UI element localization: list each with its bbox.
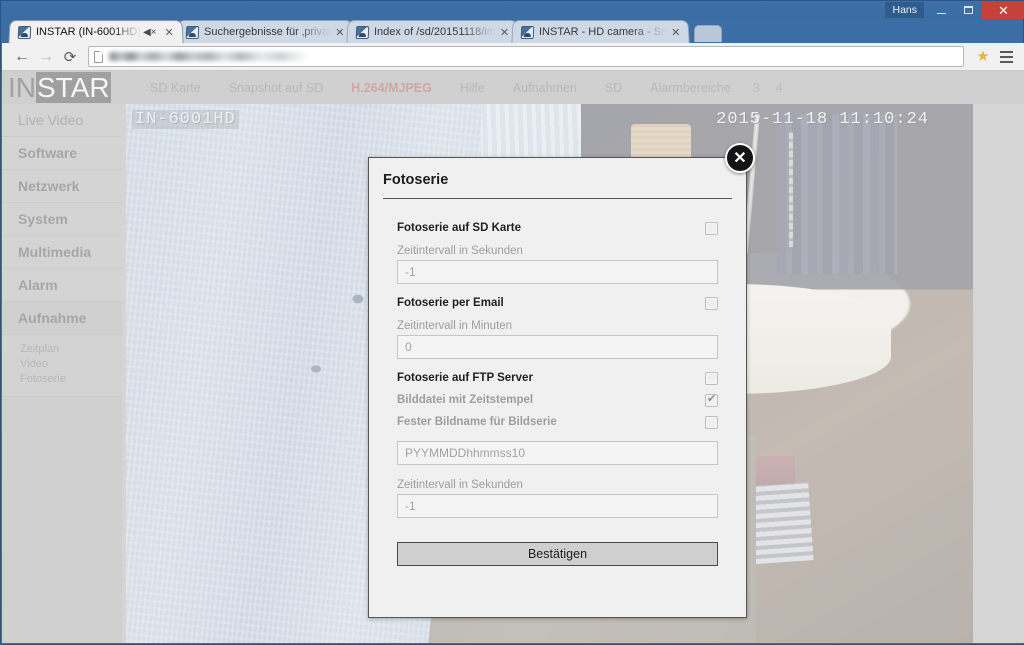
new-tab-button[interactable] [693,25,722,42]
bookmark-star-icon[interactable]: ★ [974,48,992,66]
hint-email-interval: Zeitintervall in Minuten [397,320,513,332]
row-bilddatei-zeitstempel: Bilddatei mit Zeitstempel [397,389,718,411]
browser-toolbar: ← → ⟳ ★ [2,43,1024,71]
dialog-title: Fotoserie [383,172,732,199]
fotoserie-dialog: Fotoserie Fotoserie auf SD Karte Zeitint… [368,157,747,618]
label-fotoserie-sd: Fotoserie auf SD Karte [397,222,521,234]
forward-icon[interactable]: → [34,45,58,69]
speaker-muted-icon[interactable]: ◀× [143,27,157,38]
dialog-body: Fotoserie auf SD Karte Zeitintervall in … [369,199,746,566]
checkbox-fotoserie-email[interactable] [705,296,718,310]
checkbox-fotoserie-ftp[interactable] [705,371,718,385]
back-icon[interactable]: ← [10,45,34,69]
tab-favicon-icon [520,25,535,39]
checkbox-fotoserie-sd[interactable] [705,221,718,235]
address-bar[interactable] [88,46,964,67]
confirm-button[interactable]: Bestätigen [397,542,718,566]
browser-tab-2[interactable]: Suchergebnisse für ‚privat ✕ [176,20,354,44]
row-fotoserie-sd: Fotoserie auf SD Karte [397,217,718,239]
reload-icon[interactable]: ⟳ [58,45,82,69]
browser-window: Hans ✕ INSTAR (IN-6001HD) ◀× ✕ Suchergeb… [0,0,1024,645]
maximize-button[interactable] [955,1,982,19]
tab-title: INSTAR (IN-6001HD) [35,26,142,39]
tab-favicon-icon [185,25,199,39]
page-info-icon[interactable] [94,50,103,63]
input-sd-interval[interactable] [397,260,718,284]
label-fotoserie-email: Fotoserie per Email [397,297,504,309]
hint-ftp-interval: Zeitintervall in Sekunden [397,479,523,491]
row-fester-bildname: Fester Bildname für Bildserie [397,411,718,433]
tab-title: Suchergebnisse für ‚privat [203,26,332,39]
tab-close-icon[interactable]: ✕ [164,26,174,39]
browser-tab-4[interactable]: INSTAR - HD camera - Sn ✕ [511,20,691,44]
label-fester-bildname: Fester Bildname für Bildserie [397,416,557,428]
browser-tab-1[interactable]: INSTAR (IN-6001HD) ◀× ✕ [8,20,184,44]
input-ftp-interval[interactable] [397,494,718,518]
label-bilddatei-zeitstempel: Bilddatei mit Zeitstempel [397,394,534,406]
tab-title: Index of /sd/20151118/im [373,26,497,39]
input-bildname[interactable] [397,441,718,465]
window-title-bar: Hans ✕ [1,1,1024,19]
chrome-menu-icon[interactable] [996,46,1016,68]
page-viewport: INSTAR SD Karte Snapshot auf SD H.264/MJ… [2,71,1024,643]
dialog-close-icon[interactable]: ✕ [725,143,755,173]
tab-title: INSTAR - HD camera - Sn [538,26,668,39]
row-fotoserie-ftp: Fotoserie auf FTP Server [397,367,718,389]
tab-close-icon[interactable]: ✕ [671,26,681,39]
tab-favicon-icon [17,25,32,39]
checkbox-fester-bildname[interactable] [705,415,718,429]
tab-favicon-icon [355,25,370,39]
row-fotoserie-email: Fotoserie per Email [397,292,718,314]
tab-close-icon[interactable]: ✕ [500,26,510,39]
checkbox-bilddatei-zeitstempel[interactable] [705,393,718,407]
hint-sd-interval: Zeitintervall in Sekunden [397,245,523,257]
browser-tab-3[interactable]: Index of /sd/20151118/im ✕ [346,20,519,44]
input-email-interval[interactable] [397,335,718,359]
url-text-redacted [109,52,309,61]
user-account-chip[interactable]: Hans [885,2,924,18]
tab-close-icon[interactable]: ✕ [335,26,345,39]
label-fotoserie-ftp: Fotoserie auf FTP Server [397,372,533,384]
tab-strip: INSTAR (IN-6001HD) ◀× ✕ Suchergebnisse f… [1,19,1024,44]
minimize-button[interactable] [928,1,955,19]
close-window-button[interactable]: ✕ [982,1,1024,19]
